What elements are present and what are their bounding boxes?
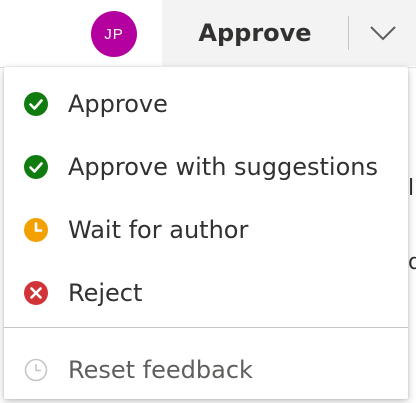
background-content-fragment: l (408, 176, 415, 201)
menu-divider (4, 327, 408, 328)
approve-button-label: Approve (198, 19, 312, 47)
avatar-initials: JP (104, 25, 124, 43)
menu-item-label: Reject (68, 279, 143, 307)
background-content-fragment: q (408, 250, 416, 275)
approve-options-menu: Approve Approve with suggestions Wait fo… (4, 67, 408, 399)
approve-split-button: Approve (162, 0, 416, 66)
menu-item-approve[interactable]: Approve (4, 73, 408, 135)
menu-item-reset-feedback[interactable]: Reset feedback (4, 339, 408, 401)
approve-button[interactable]: Approve (162, 0, 348, 66)
approve-options-button[interactable] (350, 0, 416, 66)
chevron-down-icon (370, 26, 396, 41)
split-divider (348, 16, 349, 50)
check-circle-icon (24, 92, 48, 116)
check-circle-icon (24, 155, 48, 179)
menu-item-label: Approve with suggestions (68, 153, 378, 181)
clock-outline-icon (24, 358, 48, 382)
avatar[interactable]: JP (91, 11, 137, 57)
menu-item-label: Reset feedback (68, 356, 253, 384)
menu-item-reject[interactable]: Reject (4, 262, 408, 324)
menu-item-approve-with-suggestions[interactable]: Approve with suggestions (4, 136, 408, 198)
x-circle-icon (24, 281, 48, 305)
menu-item-label: Approve (68, 90, 168, 118)
menu-item-wait-for-author[interactable]: Wait for author (4, 199, 408, 261)
pull-request-header: JP Approve (0, 0, 416, 68)
clock-icon (24, 218, 48, 242)
menu-item-label: Wait for author (68, 216, 249, 244)
